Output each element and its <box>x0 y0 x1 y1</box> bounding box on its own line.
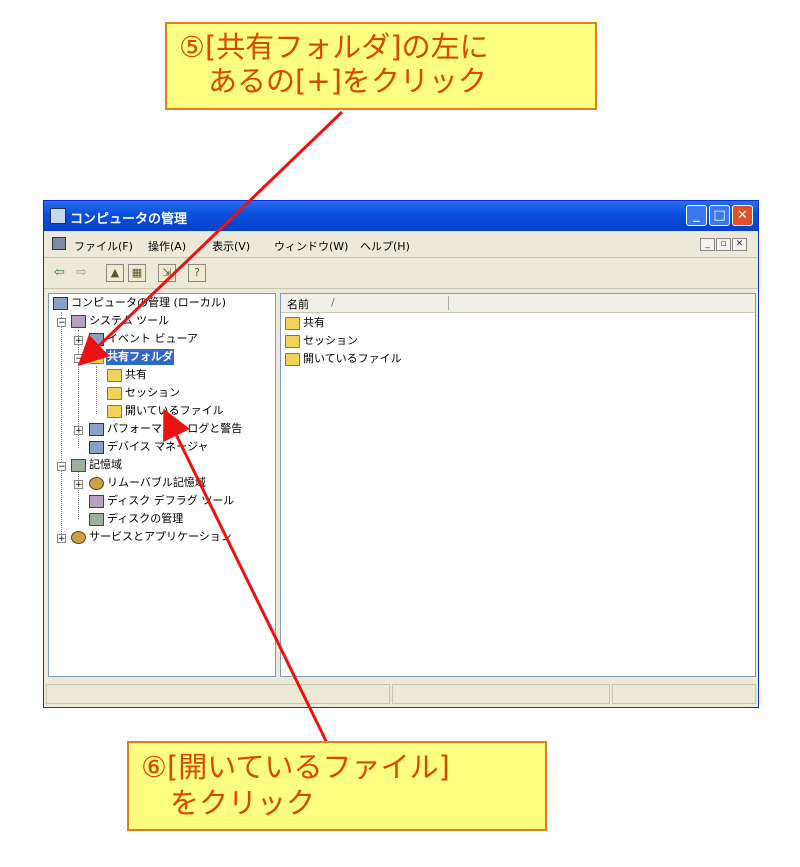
list-item[interactable]: 開いているファイル <box>303 351 402 367</box>
shared-folder-icon <box>89 351 104 364</box>
column-name-header[interactable]: 名前 <box>287 296 309 312</box>
mdi-restore-button[interactable]: ▫ <box>716 238 731 251</box>
menu-help[interactable]: ヘルプ(H) <box>360 238 410 254</box>
collapse-storage[interactable]: − <box>57 462 66 472</box>
up-folder-icon[interactable]: ▲ <box>106 264 124 282</box>
storage-icon <box>71 459 86 472</box>
show-tree-icon[interactable]: ▦ <box>128 264 146 282</box>
tree-disk-management[interactable]: ディスクの管理 <box>107 511 183 527</box>
open-files-folder-icon <box>107 405 122 418</box>
toolbar: ⇦ ⇨ ▲ ▦ ⇲ ? <box>44 258 758 289</box>
shares-folder-icon <box>107 369 122 382</box>
menu-file[interactable]: ファイル(F) <box>74 238 133 254</box>
event-viewer-icon <box>89 333 104 346</box>
device-manager-icon <box>89 441 104 454</box>
tree-system-tools[interactable]: システム ツール <box>89 313 169 329</box>
expand-perf-logs[interactable]: + <box>74 426 83 436</box>
menu-view[interactable]: 表示(V) <box>212 238 250 254</box>
tree-root[interactable]: コンピュータの管理 (ローカル) <box>71 295 226 311</box>
column-separator[interactable] <box>448 296 449 310</box>
list-item[interactable]: 共有 <box>303 315 325 331</box>
tree-open-files[interactable]: 開いているファイル <box>125 403 224 419</box>
computer-management-window: コンピュータの管理 _ □ ✕ ファイル(F) 操作(A) 表示(V) ウィンド… <box>43 200 759 708</box>
tree-event-viewer[interactable]: イベント ビューア <box>107 331 198 347</box>
callout-step-5: ⑤[共有フォルダ]の左に あるの[+]をクリック <box>165 22 597 110</box>
tree-perf-logs[interactable]: パフォーマンス ログと警告 <box>107 421 242 437</box>
help-icon[interactable]: ? <box>188 264 206 282</box>
menu-action[interactable]: 操作(A) <box>148 238 186 254</box>
status-cell <box>612 684 756 704</box>
computer-icon <box>53 297 68 310</box>
console-tree: コンピュータの管理 (ローカル) − システム ツール + イベント ビューア … <box>48 293 276 677</box>
services-apps-icon <box>71 531 86 544</box>
window-title: コンピュータの管理 <box>70 212 188 227</box>
tree-shares[interactable]: 共有 <box>125 367 147 383</box>
tree-shared-folders[interactable]: 共有フォルダ <box>106 349 174 365</box>
forward-arrow-icon[interactable]: ⇨ <box>76 264 87 282</box>
expand-removable-storage[interactable]: + <box>74 480 83 490</box>
list-item[interactable]: セッション <box>303 333 358 349</box>
minimize-button[interactable]: _ <box>686 205 707 226</box>
status-cell <box>392 684 610 704</box>
sessions-folder-icon <box>107 387 122 400</box>
callout-step-6: ⑥[開いているファイル] をクリック <box>127 741 547 831</box>
list-open-files-icon <box>285 353 300 366</box>
tools-icon <box>71 315 86 328</box>
maximize-button[interactable]: □ <box>709 205 730 226</box>
app-icon <box>50 208 66 224</box>
defrag-icon <box>89 495 104 508</box>
menu-window[interactable]: ウィンドウ(W) <box>274 238 348 254</box>
list-shares-icon <box>285 317 300 330</box>
status-cell <box>46 684 390 704</box>
collapse-system-tools[interactable]: − <box>57 318 66 328</box>
tree-sessions[interactable]: セッション <box>125 385 180 401</box>
perf-logs-icon <box>89 423 104 436</box>
title-bar[interactable]: コンピュータの管理 _ □ ✕ <box>44 201 758 231</box>
sort-indicator: / <box>331 296 335 309</box>
removable-storage-icon <box>89 477 104 490</box>
export-list-icon[interactable]: ⇲ <box>158 264 176 282</box>
details-pane: 名前 / 共有 セッション 開いているファイル <box>280 293 756 677</box>
tree-device-manager[interactable]: デバイス マネージャ <box>107 439 208 455</box>
tree-removable-storage[interactable]: リムーバブル記憶域 <box>107 475 206 491</box>
mdi-minimize-button[interactable]: _ <box>700 238 715 251</box>
close-button[interactable]: ✕ <box>732 205 753 226</box>
collapse-shared-folders[interactable]: − <box>74 354 83 364</box>
menu-bar: ファイル(F) 操作(A) 表示(V) ウィンドウ(W) ヘルプ(H) _ ▫ … <box>44 231 758 258</box>
status-bar <box>44 681 758 707</box>
tree-storage[interactable]: 記憶域 <box>89 457 122 473</box>
back-arrow-icon[interactable]: ⇦ <box>54 264 65 282</box>
expand-event-viewer[interactable]: + <box>74 336 83 346</box>
tree-defrag[interactable]: ディスク デフラグ ツール <box>107 493 234 509</box>
mdi-close-button[interactable]: ✕ <box>732 238 747 251</box>
list-sessions-icon <box>285 335 300 348</box>
expand-services-apps[interactable]: + <box>57 534 66 544</box>
mmc-icon[interactable] <box>52 237 66 250</box>
tree-services-apps[interactable]: サービスとアプリケーション <box>89 529 232 545</box>
column-header: 名前 / <box>281 294 755 313</box>
disk-management-icon <box>89 513 104 526</box>
